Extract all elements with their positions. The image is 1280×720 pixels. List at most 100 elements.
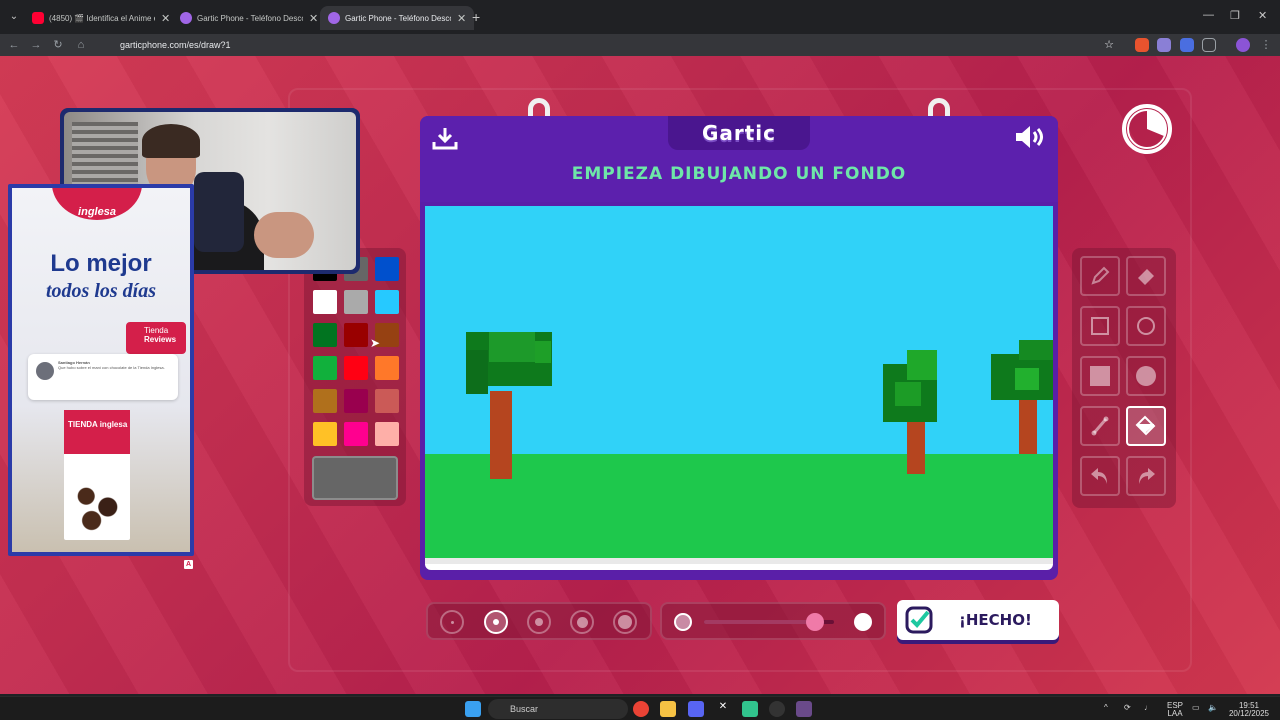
tab-gartic-2[interactable]: Gartic Phone - Teléfono Desco ✕ (320, 6, 475, 30)
drawing-canvas[interactable] (425, 206, 1053, 558)
fill-bucket-tool-button[interactable] (1126, 406, 1166, 446)
color-swatch[interactable] (313, 389, 337, 413)
circle-filled-icon (1136, 366, 1156, 386)
extensions-puzzle-icon[interactable] (1202, 38, 1216, 52)
discord-icon[interactable] (688, 701, 704, 717)
color-swatch[interactable] (313, 323, 337, 347)
url-input[interactable]: garticphone.com/es/draw?1 (100, 35, 1120, 55)
review-card: Santiago Hernán Que hubo sobre el maní c… (28, 354, 178, 400)
tree-leaves (895, 382, 921, 406)
close-window-icon[interactable]: ✕ (1258, 9, 1267, 22)
rectangle-fill-tool-button[interactable] (1080, 356, 1120, 396)
tab-search-icon[interactable]: ⌄ (6, 9, 22, 25)
tab-close-icon[interactable]: ✕ (457, 12, 466, 25)
redo-button[interactable] (1126, 456, 1166, 496)
home-icon[interactable]: ⌂ (73, 37, 89, 53)
color-swatch[interactable] (375, 257, 399, 281)
tree-leaves (1019, 340, 1053, 360)
forward-icon[interactable]: → (28, 37, 44, 53)
obs-icon[interactable] (769, 701, 785, 717)
color-swatch[interactable] (344, 323, 368, 347)
tab-close-icon[interactable]: ✕ (309, 12, 318, 25)
new-tab-icon[interactable]: + (472, 9, 480, 25)
tab-youtube[interactable]: (4850) 🎬 Identifica el Anime e ✕ (24, 6, 178, 30)
color-swatch[interactable] (344, 356, 368, 380)
ad-content: inglesa Lo mejor todos los días Tienda R… (12, 188, 190, 552)
browser-tabbar: ⌄ (4850) 🎬 Identifica el Anime e ✕ Garti… (0, 0, 1280, 34)
chrome-icon[interactable] (633, 701, 649, 717)
sound-icon[interactable] (1014, 124, 1048, 155)
tray-mic-icon[interactable]: ♩ (1144, 704, 1152, 712)
brush-size-5[interactable] (613, 610, 637, 634)
tray-display-icon[interactable]: ▭ (1192, 704, 1200, 712)
tray-sync-icon[interactable]: ⟳ (1124, 704, 1131, 712)
menu-dots-icon[interactable]: ⋮ (1258, 37, 1274, 53)
color-swatch[interactable] (313, 290, 337, 314)
mouse-cursor-icon: ➤ (370, 336, 381, 350)
profile-avatar[interactable] (1236, 38, 1250, 52)
color-swatch[interactable] (344, 389, 368, 413)
product-chocolates (70, 480, 124, 534)
clock[interactable]: 19:51 20/12/2025 (1226, 702, 1272, 718)
gartic-page: ➤ Gartic EMPIEZA DIBUJANDO UN FONDO ¡HEC… (0, 56, 1280, 694)
tray-volume-icon[interactable]: 🔈 (1208, 704, 1218, 712)
file-explorer-icon[interactable] (660, 701, 676, 717)
timer-icon (1120, 102, 1174, 156)
undo-button[interactable] (1080, 456, 1120, 496)
color-swatch[interactable] (375, 422, 399, 446)
color-swatch[interactable] (375, 290, 399, 314)
extension-icon[interactable] (1180, 38, 1194, 52)
redo-icon (1139, 468, 1155, 484)
tray-chevron-icon[interactable]: ^ (1104, 704, 1108, 712)
pencil-tool-button[interactable] (1080, 256, 1120, 296)
windows-taskbar: Buscar ✕ ^ ⟳ ♩ ESP LAA ▭ 🔈 19:51 20/12/2… (0, 696, 1280, 720)
minimize-icon[interactable]: — (1203, 9, 1214, 21)
color-swatch[interactable] (375, 389, 399, 413)
brush-size-4[interactable] (570, 610, 594, 634)
badge-line2: Reviews (144, 335, 177, 344)
opacity-slider[interactable] (660, 602, 886, 640)
rectangle-outline-tool-button[interactable] (1080, 306, 1120, 346)
ellipse-fill-tool-button[interactable] (1126, 356, 1166, 396)
maximize-icon[interactable]: ❐ (1230, 9, 1240, 22)
color-swatch[interactable] (313, 356, 337, 380)
done-button[interactable]: ¡HECHO! (897, 600, 1059, 640)
slider-handle[interactable] (805, 613, 824, 631)
download-icon[interactable] (432, 126, 458, 155)
windows-start-icon[interactable] (465, 701, 481, 717)
tree-leaves (907, 350, 937, 380)
ellipse-outline-tool-button[interactable] (1126, 306, 1166, 346)
brush-size-2[interactable] (484, 610, 508, 634)
tools-panel (1072, 248, 1176, 508)
line-tool-button[interactable] (1080, 406, 1120, 446)
reload-icon[interactable]: ↻ (50, 37, 66, 53)
bookmark-star-icon[interactable]: ☆ (1101, 37, 1117, 53)
opacity-low-dot (674, 613, 692, 631)
advertisement-panel[interactable]: inglesa Lo mejor todos los días Tienda R… (8, 184, 194, 556)
square-filled-icon (1090, 366, 1110, 386)
taskbar-search[interactable]: Buscar (488, 699, 628, 719)
app-icon[interactable]: ✕ (715, 701, 731, 717)
person-hair (142, 124, 200, 158)
color-swatch[interactable] (375, 356, 399, 380)
app-icon[interactable] (742, 701, 758, 717)
eraser-tool-button[interactable] (1126, 256, 1166, 296)
brush-size-1[interactable] (440, 610, 464, 634)
extension-icon[interactable] (1157, 38, 1171, 52)
color-swatch[interactable] (344, 422, 368, 446)
tab-gartic-1[interactable]: Gartic Phone - Teléfono Desco ✕ (172, 6, 326, 30)
color-swatch[interactable] (344, 290, 368, 314)
language-indicator[interactable]: ESP LAA (1166, 702, 1184, 718)
product-box-label: TIENDA inglesa (64, 410, 130, 454)
app-icon[interactable] (796, 701, 812, 717)
extension-icon[interactable] (1135, 38, 1149, 52)
circle-outline-icon (1137, 317, 1155, 335)
square-outline-icon (1091, 317, 1109, 335)
tab-close-icon[interactable]: ✕ (161, 12, 170, 25)
ad-choices-marker[interactable]: A (184, 560, 193, 569)
eraser-icon (1138, 269, 1154, 285)
back-icon[interactable]: ← (6, 37, 22, 53)
line-icon (1091, 416, 1109, 436)
color-swatch[interactable] (313, 422, 337, 446)
brush-size-3[interactable] (527, 610, 551, 634)
